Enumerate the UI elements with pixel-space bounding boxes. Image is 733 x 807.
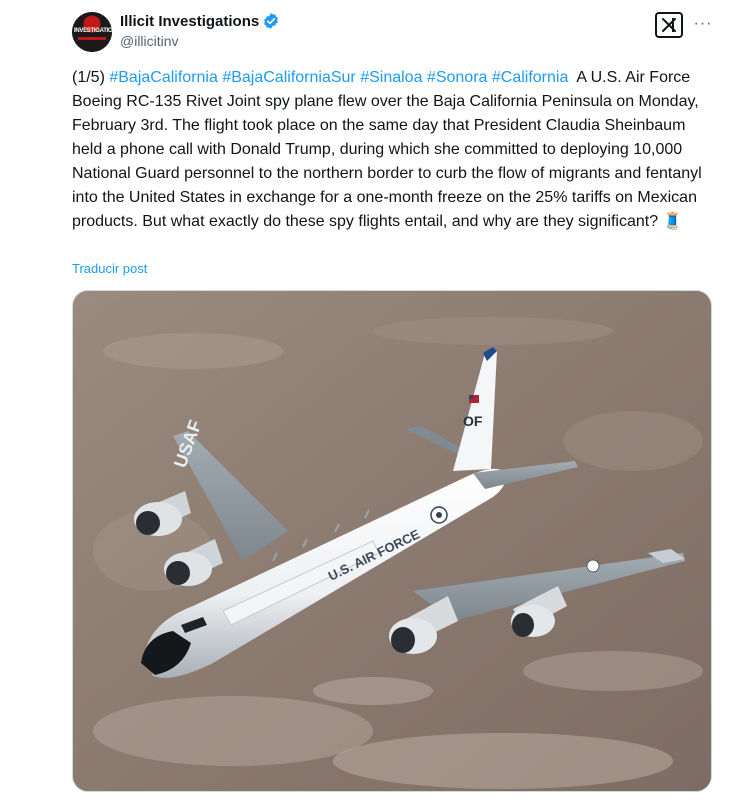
hashtag-link[interactable]: #California <box>492 69 568 86</box>
author-name-row: Illicit Investigations <box>120 12 280 30</box>
translate-post-link[interactable]: Traducir post <box>72 261 147 276</box>
hashtag-link[interactable]: #BajaCaliforniaSur <box>222 69 355 86</box>
author-display-name[interactable]: Illicit Investigations <box>120 13 259 30</box>
author-handle[interactable]: @illicitinv <box>120 33 179 49</box>
post-image[interactable]: USAF U.S. AIR FORCE OF <box>72 290 712 792</box>
post: INVESTIGATIONS Illicit Investigations @i… <box>0 0 733 807</box>
thread-counter: (1/5) <box>72 69 105 86</box>
avatar[interactable]: INVESTIGATIONS <box>72 12 112 52</box>
hashtag-link[interactable]: #Sinaloa <box>360 69 422 86</box>
more-options-button[interactable]: ··· <box>692 14 714 36</box>
tail-code: OF <box>463 413 483 429</box>
hashtag-link[interactable]: #Sonora <box>427 69 488 86</box>
avatar-logo-text: INVESTIGATIONS <box>74 28 112 34</box>
grok-button[interactable] <box>655 12 683 38</box>
thread-emoji-icon: 🧵 <box>662 213 683 230</box>
rc135-aircraft-photo: USAF U.S. AIR FORCE OF <box>73 291 711 791</box>
grok-icon <box>662 18 676 32</box>
verified-badge-icon[interactable] <box>262 12 280 30</box>
tweet-text: (1/5) #BajaCalifornia #BajaCaliforniaSur… <box>72 66 712 234</box>
avatar-logo-strip <box>78 37 106 40</box>
hashtag-link[interactable]: #BajaCalifornia <box>109 69 218 86</box>
tweet-body: A U.S. Air Force Boeing RC-135 Rivet Joi… <box>72 69 702 230</box>
